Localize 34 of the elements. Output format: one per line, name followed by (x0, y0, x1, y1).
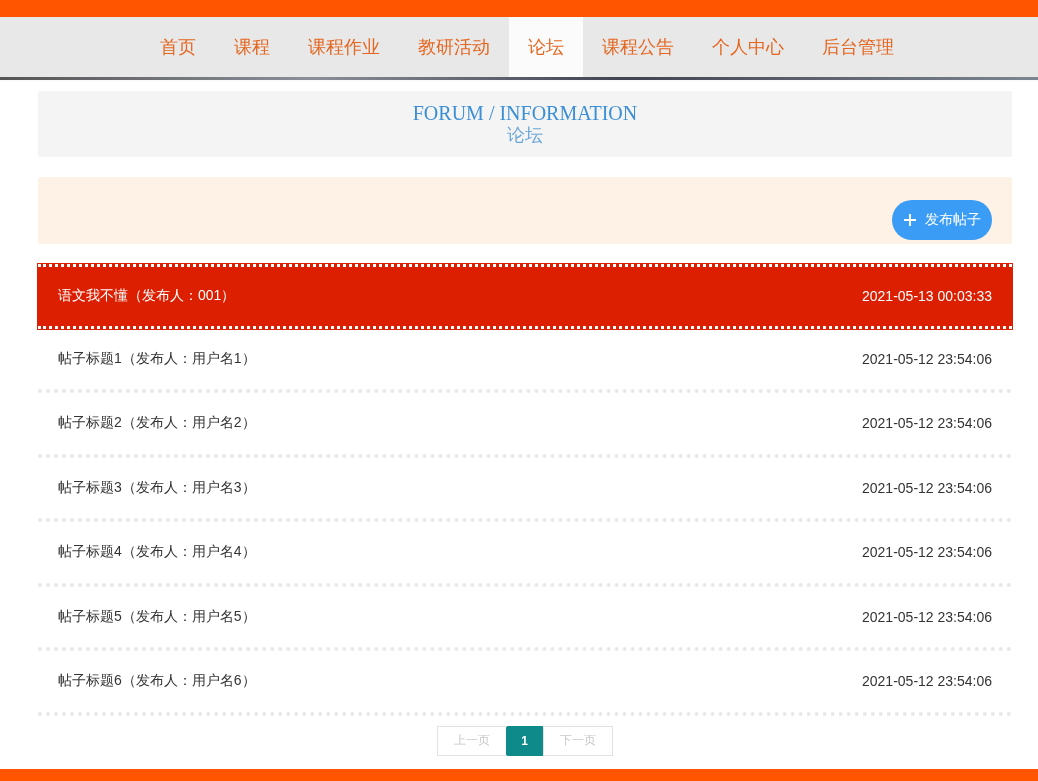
post-row[interactable]: 帖子标题6（发布人：用户名6） 2021-05-12 23:54:06 (38, 651, 1012, 716)
post-time: 2021-05-12 23:54:06 (862, 415, 992, 432)
post-row[interactable]: 帖子标题5（发布人：用户名5） 2021-05-12 23:54:06 (38, 586, 1012, 651)
nav-tab[interactable]: 个人中心 (693, 17, 803, 77)
post-time: 2021-05-12 23:54:06 (862, 350, 992, 367)
post-title: 帖子标题5（发布人：用户名5） (58, 607, 256, 626)
section-subtitle: 论坛 (507, 124, 543, 146)
plus-icon (904, 214, 916, 226)
post-time: 2021-05-12 23:54:06 (862, 608, 992, 625)
post-title: 帖子标题2（发布人：用户名2） (58, 414, 256, 433)
nav-tab[interactable]: 课程作业 (289, 17, 399, 77)
post-row[interactable]: 帖子标题2（发布人：用户名2） 2021-05-12 23:54:06 (38, 393, 1012, 458)
post-row[interactable]: 帖子标题3（发布人：用户名3） 2021-05-12 23:54:06 (38, 457, 1012, 522)
nav-tab[interactable]: 首页 (141, 17, 215, 77)
post-title: 语文我不懂（发布人：001） (58, 287, 236, 306)
post-row[interactable]: 帖子标题4（发布人：用户名4） 2021-05-12 23:54:06 (38, 522, 1012, 587)
nav-tab[interactable]: 后台管理 (803, 17, 913, 77)
nav-tab[interactable]: 教研活动 (399, 17, 509, 77)
nav-tab[interactable]: 课程公告 (583, 17, 693, 77)
post-time: 2021-05-13 00:03:33 (862, 288, 992, 305)
nav-tab[interactable]: 课程 (215, 17, 289, 77)
post-time: 2021-05-12 23:54:06 (862, 673, 992, 690)
publish-post-button[interactable]: 发布帖子 (892, 200, 992, 240)
section-title: FORUM / INFORMATION (412, 102, 638, 124)
nav-tab[interactable]: 论坛 (509, 17, 583, 77)
post-title: 帖子标题4（发布人：用户名4） (58, 543, 256, 562)
post-title: 帖子标题3（发布人：用户名3） (58, 478, 256, 497)
post-time: 2021-05-12 23:54:06 (862, 544, 992, 561)
post-title: 帖子标题1（发布人：用户名1） (58, 349, 256, 368)
post-row[interactable]: 帖子标题1（发布人：用户名1） 2021-05-12 23:54:06 (38, 328, 1012, 393)
post-row[interactable]: 语文我不懂（发布人：001） 2021-05-13 00:03:33 (38, 264, 1012, 329)
post-title: 帖子标题6（发布人：用户名6） (58, 672, 256, 691)
post-time: 2021-05-12 23:54:06 (862, 479, 992, 496)
page-button[interactable]: 1 (505, 725, 544, 756)
